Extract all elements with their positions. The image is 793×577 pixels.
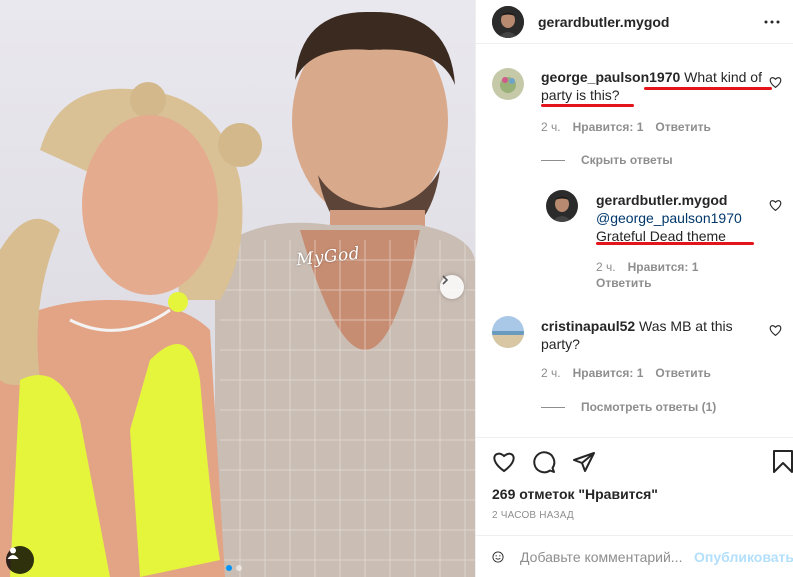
reply-reply-button[interactable]: Ответить [596,276,651,290]
annotation-underline [644,87,772,90]
reply-likes-link[interactable]: Нравится: 1 [628,260,699,274]
view-replies-button[interactable]: Посмотреть ответы (1) [541,400,716,414]
comment-bubble-icon[interactable] [532,450,556,474]
reply-button[interactable]: Ответить [655,366,710,380]
hide-replies-button[interactable]: Скрыть ответы [541,153,673,167]
post-image [0,11,475,577]
reply-mention-link[interactable]: @george_paulson1970 [596,209,756,227]
like-comment-heart-icon[interactable] [769,324,782,337]
publish-comment-button[interactable]: Опубликовать [694,549,793,565]
like-count[interactable]: 269 отметок "Нравится" [492,486,658,502]
like-reply-heart-icon[interactable] [769,199,782,212]
post-photo: MyGod [0,0,475,577]
reply-username[interactable]: gerardbutler.mygod [596,191,756,209]
avatar-image [492,316,524,348]
comment-meta: 2 ч. Нравится: 1 Ответить [541,120,711,134]
carousel-dot [236,565,242,571]
share-send-icon[interactable] [572,450,596,474]
carousel-dot-active [226,565,232,571]
reply-meta: 2 ч. Нравится: 1 Ответить [596,260,746,290]
next-photo-button[interactable] [440,275,464,299]
author-username[interactable]: gerardbutler.mygod [538,14,669,30]
chevron-right-icon [442,275,449,285]
replies-toggle-label: Посмотреть ответы (1) [581,400,717,414]
post-sidebar: gerardbutler.mygod george_paulson1970 Wh… [475,0,793,577]
comment-likes-link[interactable]: Нравится: 1 [573,120,644,134]
comment-meta: 2 ч. Нравится: 1 Ответить [541,366,711,380]
replies-divider [541,159,565,161]
commenter-avatar[interactable] [492,316,524,348]
more-options-icon[interactable] [764,14,780,30]
carousel-indicator [226,565,242,571]
annotation-underline [541,104,634,107]
avatar-image [492,68,524,100]
comment-body: cristinapaul52 Was MB at this party? [541,317,741,353]
annotation-underline [596,242,754,245]
bookmark-save-icon[interactable] [772,450,793,474]
comment-age: 2 ч. [541,366,561,380]
tagged-users-button[interactable] [6,546,34,574]
post-header: gerardbutler.mygod [476,0,793,44]
replies-toggle-label: Скрыть ответы [581,153,673,167]
post-actions: 269 отметок "Нравится" 2 часов назад Опу… [476,437,793,577]
avatar-image [492,5,524,38]
person-icon [7,547,19,559]
comment-username[interactable]: cristinapaul52 [541,318,635,334]
comment-input[interactable] [520,549,691,565]
like-heart-icon[interactable] [492,450,516,474]
comment-body: george_paulson1970 What kind of party is… [541,68,763,104]
post-timestamp: 2 часов назад [492,510,574,521]
reply-body: gerardbutler.mygod @george_paulson1970 G… [596,191,756,245]
reply-button[interactable]: Ответить [655,120,710,134]
reply-avatar[interactable] [546,190,578,222]
commenter-avatar[interactable] [492,68,524,100]
comment-likes-link[interactable]: Нравится: 1 [573,366,644,380]
replies-divider [541,406,565,408]
add-comment-bar: Опубликовать [476,535,793,577]
emoji-smiley-icon[interactable] [492,544,504,570]
avatar-image [546,190,578,222]
reply-age: 2 ч. [596,260,616,274]
comment-age: 2 ч. [541,120,561,134]
author-avatar[interactable] [492,5,524,38]
comment-username[interactable]: george_paulson1970 [541,69,680,85]
